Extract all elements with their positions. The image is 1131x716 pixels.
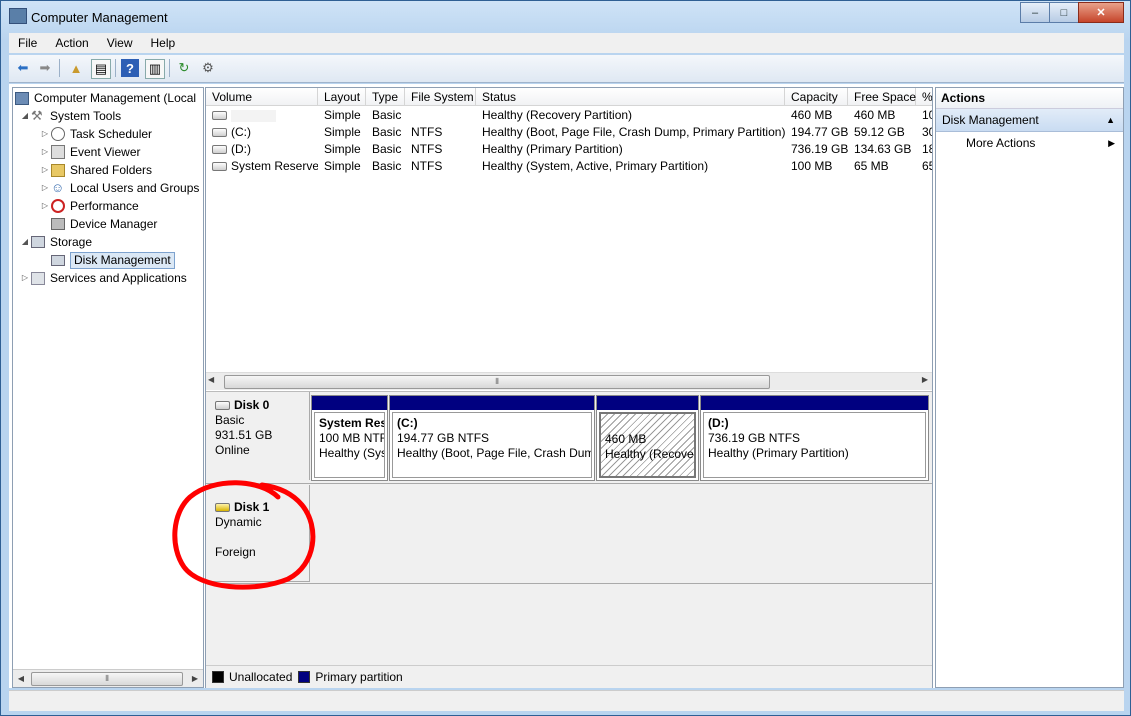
volume-icon bbox=[212, 128, 227, 138]
help-icon[interactable]: ? bbox=[121, 59, 139, 77]
show-hide-tree-icon[interactable]: ▤ bbox=[91, 59, 111, 79]
window-title: Computer Management bbox=[31, 10, 168, 25]
computer-management-icon bbox=[9, 8, 27, 24]
collapsed-arrow-icon[interactable]: ▷ bbox=[39, 125, 51, 143]
services-icon bbox=[31, 271, 45, 285]
performance-icon bbox=[51, 199, 65, 213]
storage-icon bbox=[31, 236, 45, 248]
disk-1-info[interactable]: Disk 1 Dynamic Foreign bbox=[206, 485, 310, 582]
disk-warning-icon bbox=[215, 503, 230, 513]
legend-primary: Primary partition bbox=[315, 670, 403, 684]
partition-system-reserved[interactable]: System Res 100 MB NTF Healthy (Sys bbox=[311, 395, 388, 481]
scroll-left-icon[interactable]: ◀ bbox=[13, 670, 29, 687]
col-layout[interactable]: Layout bbox=[318, 88, 366, 106]
tree-task-scheduler[interactable]: ▷ Task Scheduler bbox=[39, 125, 152, 143]
disk-icon bbox=[215, 401, 230, 411]
actions-section-disk-management[interactable]: Disk Management ▲ bbox=[936, 109, 1123, 132]
console-tree: Computer Management (Local ◢ ⚒ System To… bbox=[12, 87, 204, 688]
toolbar: ⬅ ➡ ▲ ▤ ? ▥ ↻ ⚙ bbox=[9, 55, 1124, 83]
scroll-right-icon[interactable]: ▶ bbox=[922, 375, 928, 384]
scroll-right-icon[interactable]: ▶ bbox=[187, 670, 203, 687]
volume-icon bbox=[212, 145, 227, 155]
up-folder-icon[interactable]: ▲ bbox=[67, 59, 85, 77]
scroll-thumb[interactable]: ⫴ bbox=[224, 375, 770, 389]
disk-settings-icon[interactable]: ⚙ bbox=[199, 59, 217, 77]
volume-list: Volume Layout Type File System Status Ca… bbox=[206, 88, 932, 390]
scroll-left-icon[interactable]: ◀ bbox=[208, 375, 214, 384]
tree-device-manager[interactable]: Device Manager bbox=[39, 215, 157, 233]
col-free-space[interactable]: Free Space bbox=[848, 88, 916, 106]
close-button[interactable]: ✕ bbox=[1078, 2, 1124, 23]
actions-pane: Actions Disk Management ▲ More Actions ▶ bbox=[935, 87, 1124, 688]
menu-help[interactable]: Help bbox=[142, 36, 185, 50]
partition-d[interactable]: (D:) 736.19 GB NTFS Healthy (Primary Parti… bbox=[700, 395, 929, 481]
computer-management-window: Computer Management – □ ✕ File Action Vi… bbox=[0, 0, 1131, 716]
title-bar[interactable]: Computer Management – □ ✕ bbox=[1, 1, 1130, 32]
minimize-button[interactable]: – bbox=[1020, 2, 1050, 23]
tree-storage[interactable]: ◢ Storage bbox=[19, 233, 92, 251]
tree-services-applications[interactable]: ▷ Services and Applications bbox=[19, 269, 187, 287]
tree-horizontal-scrollbar[interactable]: ◀ ⫴ ▶ bbox=[13, 669, 203, 687]
event-viewer-icon bbox=[51, 145, 65, 159]
tree-performance[interactable]: ▷ Performance bbox=[39, 197, 139, 215]
menu-view[interactable]: View bbox=[98, 36, 142, 50]
tree-local-users[interactable]: ▷ ☺ Local Users and Groups bbox=[39, 179, 199, 197]
disk-0-info[interactable]: Disk 0 Basic 931.51 GB Online bbox=[206, 392, 310, 480]
submenu-arrow-icon: ▶ bbox=[1108, 138, 1115, 148]
partition-recovery[interactable]: 460 MB Healthy (Recover bbox=[596, 395, 699, 481]
partition-c[interactable]: (C:) 194.77 GB NTFS Healthy (Boot, Page Fi… bbox=[389, 395, 595, 481]
disk-management-icon bbox=[51, 254, 65, 266]
volume-list-horizontal-scrollbar[interactable]: ◀ ⫴ ▶ bbox=[206, 372, 932, 390]
col-percent[interactable]: % bbox=[916, 88, 932, 106]
refresh-icon[interactable]: ↻ bbox=[175, 59, 193, 77]
unallocated-swatch bbox=[212, 671, 224, 683]
disk-graphical-view: Disk 0 Basic 931.51 GB Online System Res… bbox=[206, 391, 932, 688]
collapsed-arrow-icon[interactable]: ▷ bbox=[19, 269, 31, 287]
col-capacity[interactable]: Capacity bbox=[785, 88, 848, 106]
maximize-button[interactable]: □ bbox=[1049, 2, 1079, 23]
forward-arrow-icon[interactable]: ➡ bbox=[36, 59, 54, 77]
tree-root[interactable]: Computer Management (Local bbox=[15, 89, 196, 107]
expanded-arrow-icon[interactable]: ◢ bbox=[19, 233, 31, 251]
scroll-thumb[interactable]: ⫴ bbox=[31, 672, 183, 686]
collapse-arrow-icon[interactable]: ▲ bbox=[1106, 109, 1115, 131]
tree-system-tools[interactable]: ◢ ⚒ System Tools bbox=[19, 107, 121, 125]
volume-icon bbox=[212, 111, 227, 121]
volume-icon bbox=[212, 162, 227, 172]
collapsed-arrow-icon[interactable]: ▷ bbox=[39, 161, 51, 179]
expanded-arrow-icon[interactable]: ◢ bbox=[19, 107, 31, 125]
collapsed-arrow-icon[interactable]: ▷ bbox=[39, 179, 51, 197]
disk-management-pane: Volume Layout Type File System Status Ca… bbox=[205, 87, 933, 688]
tree-disk-management[interactable]: Disk Management bbox=[39, 251, 175, 269]
show-hide-action-pane-icon[interactable]: ▥ bbox=[145, 59, 165, 79]
actions-header: Actions bbox=[936, 88, 1123, 109]
primary-partition-swatch bbox=[298, 671, 311, 683]
client-area: Computer Management (Local ◢ ⚒ System To… bbox=[9, 84, 1124, 688]
shared-folder-icon bbox=[51, 163, 65, 177]
device-manager-icon bbox=[51, 218, 65, 230]
menu-bar: File Action View Help bbox=[9, 33, 1124, 53]
menu-action[interactable]: Action bbox=[46, 36, 97, 50]
col-type[interactable]: Type bbox=[366, 88, 405, 106]
status-bar bbox=[9, 690, 1124, 711]
collapsed-arrow-icon[interactable]: ▷ bbox=[39, 143, 51, 161]
more-actions[interactable]: More Actions ▶ bbox=[936, 132, 1123, 154]
legend: Unallocated Primary partition bbox=[206, 665, 932, 688]
col-volume[interactable]: Volume bbox=[206, 88, 318, 106]
collapsed-arrow-icon[interactable]: ▷ bbox=[39, 197, 51, 215]
col-status[interactable]: Status bbox=[476, 88, 785, 106]
back-arrow-icon[interactable]: ⬅ bbox=[14, 59, 32, 77]
users-icon: ☺ bbox=[51, 180, 65, 195]
legend-unallocated: Unallocated bbox=[229, 670, 293, 684]
tools-icon: ⚒ bbox=[31, 108, 43, 123]
menu-file[interactable]: File bbox=[9, 36, 46, 50]
tree-event-viewer[interactable]: ▷ Event Viewer bbox=[39, 143, 140, 161]
col-file-system[interactable]: File System bbox=[405, 88, 476, 106]
tree-shared-folders[interactable]: ▷ Shared Folders bbox=[39, 161, 152, 179]
clock-icon bbox=[51, 127, 65, 141]
computer-icon bbox=[15, 91, 29, 105]
